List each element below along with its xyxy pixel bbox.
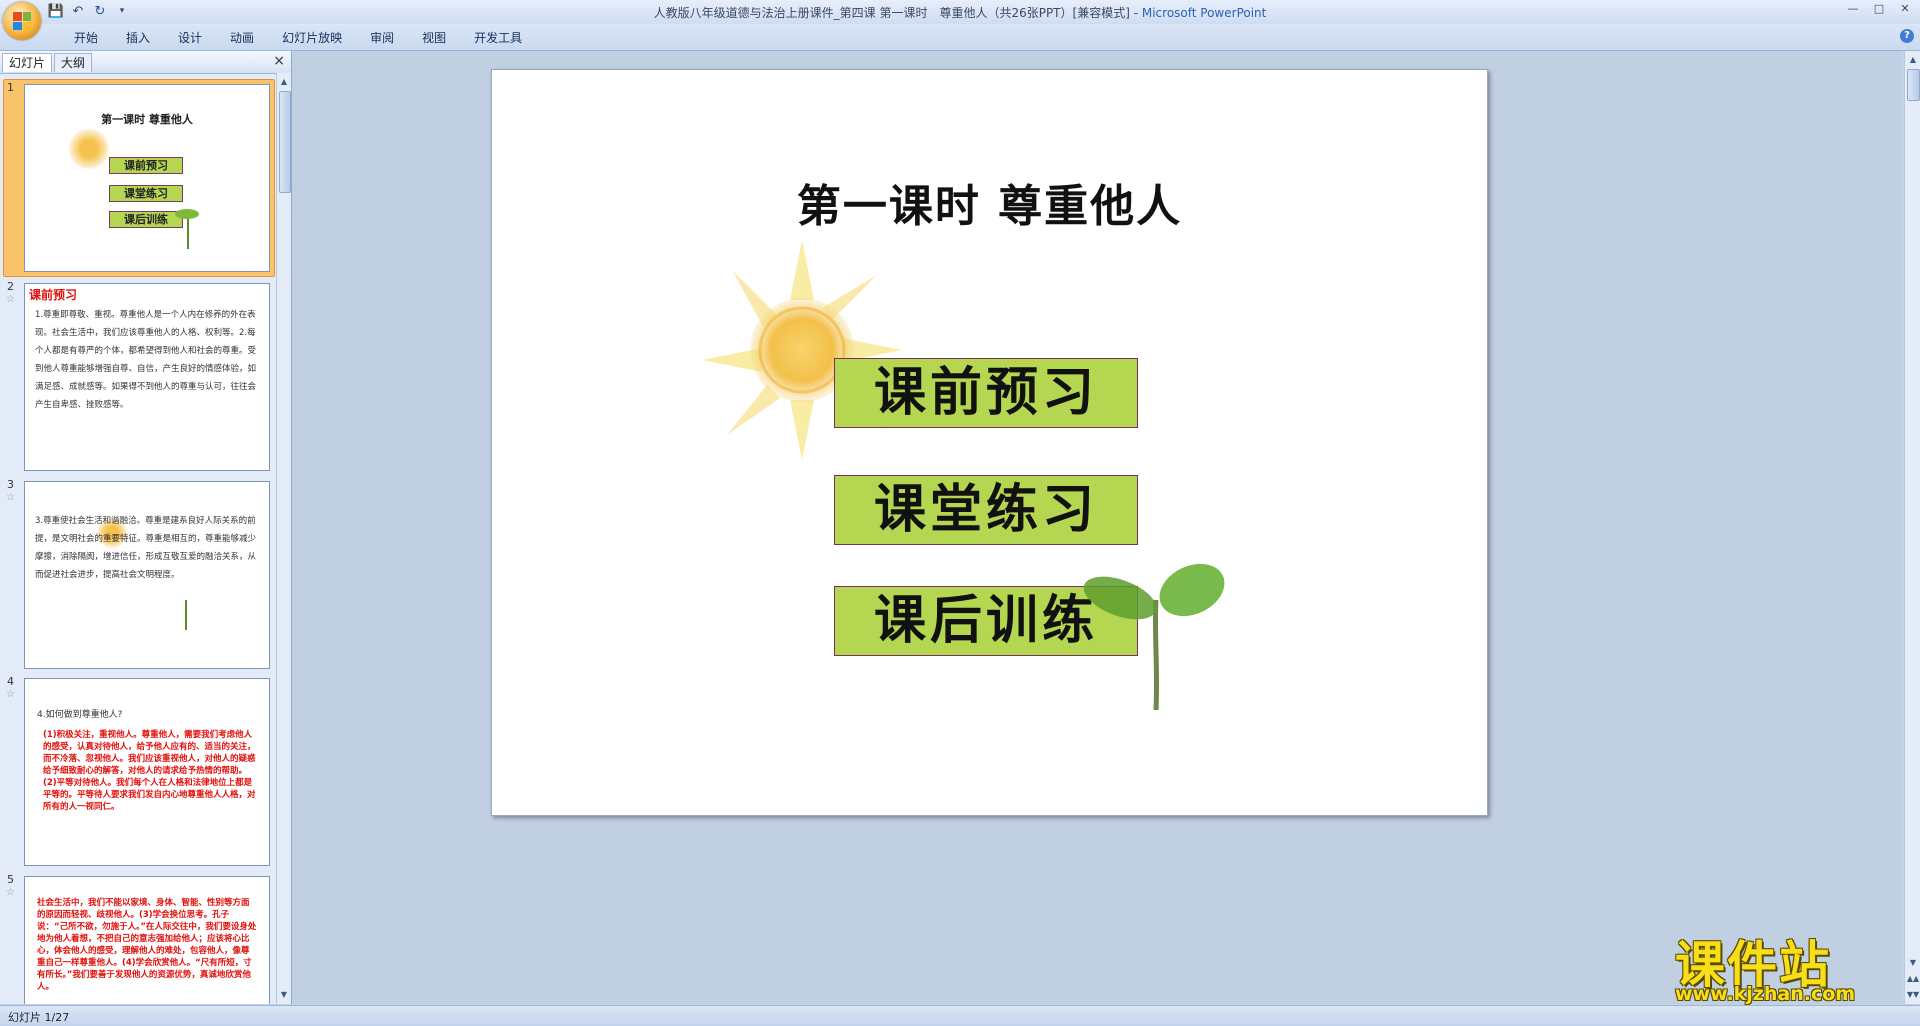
tab-slides[interactable]: 幻灯片 bbox=[2, 53, 53, 72]
scroll-down-icon[interactable]: ▼ bbox=[277, 988, 291, 1002]
scrollbar-thumb[interactable] bbox=[1907, 69, 1920, 101]
tab-outline[interactable]: 大纲 bbox=[54, 53, 93, 72]
slide-number: 4 bbox=[7, 675, 14, 688]
sprout-leaf bbox=[175, 209, 199, 219]
thumbnail-canvas: 课前预习 1.尊重即尊敬、重视。尊重他人是一个人内在修养的外在表现。社会生活中，… bbox=[24, 283, 270, 471]
title-separator: - bbox=[1129, 6, 1142, 20]
slide-counter: 幻灯片 1/27 bbox=[8, 1011, 70, 1024]
ribbon-tab[interactable]: 开始 bbox=[60, 30, 112, 46]
thumbnail-text: (1)积极关注，重视他人。尊重他人，需要我们考虑他人的感受，认真对待他人，给予他… bbox=[43, 730, 256, 812]
thumbnail-question: 4.如何做到尊重他人? bbox=[37, 710, 123, 720]
ribbon: 开始 插入 设计 动画 幻灯片放映 审阅 视图 开发工具 ? bbox=[0, 24, 1920, 51]
ribbon-tab[interactable]: 动画 bbox=[216, 30, 268, 46]
thumbnail-canvas: 社会生活中，我们不能以家境、身体、智能、性别等方面的原因而轻视、歧视他人。(3)… bbox=[24, 876, 270, 1004]
ribbon-tab[interactable]: 审阅 bbox=[356, 30, 408, 46]
ribbon-tab[interactable]: 视图 bbox=[408, 30, 460, 46]
slides-panel: 幻灯片 大纲 × 1 第一课时 尊重他人 课前预习 课堂练习 课后训练 2 ☆ … bbox=[0, 51, 292, 1004]
help-icon[interactable]: ? bbox=[1900, 29, 1914, 43]
animation-star-icon: ☆ bbox=[6, 689, 15, 700]
slide-editor: 第一课时 尊重他人 课前预习 课堂练习 课后训练 bbox=[292, 51, 1902, 1004]
app-name: Microsoft PowerPoint bbox=[1141, 6, 1267, 20]
slide-thumbnail-5[interactable]: 5 ☆ 社会生活中，我们不能以家境、身体、智能、性别等方面的原因而轻视、歧视他人… bbox=[0, 871, 276, 1004]
previous-slide-icon[interactable]: ▲▲ bbox=[1905, 972, 1920, 986]
watermark-url: www.kjzhan.com bbox=[1675, 983, 1856, 1005]
animation-star-icon: ☆ bbox=[6, 492, 15, 503]
animation-star-icon: ☆ bbox=[6, 294, 15, 305]
thumbnail-text: 3.尊重使社会生活和谐融洽。尊重是建系良好人际关系的前提，是文明社会的重要特征。… bbox=[35, 516, 257, 580]
ribbon-tab[interactable]: 设计 bbox=[164, 30, 216, 46]
thumbnail-canvas: 第一课时 尊重他人 课前预习 课堂练习 课后训练 bbox=[24, 84, 270, 272]
thumbnail-text: 社会生活中，我们不能以家境、身体、智能、性别等方面的原因而轻视、歧视他人。(3)… bbox=[37, 898, 257, 992]
thumbnail-button: 课前预习 bbox=[109, 157, 183, 174]
minimize-icon[interactable]: — bbox=[1842, 2, 1864, 16]
slide-title[interactable]: 第一课时 尊重他人 bbox=[492, 170, 1487, 234]
thumbnail-canvas: 4.如何做到尊重他人? (1)积极关注，重视他人。尊重他人，需要我们考虑他人的感… bbox=[24, 678, 270, 866]
slide-thumbnails: 1 第一课时 尊重他人 课前预习 课堂练习 课后训练 2 ☆ 课前预习 1.尊重… bbox=[0, 73, 276, 1004]
slide-thumbnail-1[interactable]: 1 第一课时 尊重他人 课前预习 课堂练习 课后训练 bbox=[0, 79, 276, 277]
slide-thumbnail-2[interactable]: 2 ☆ 课前预习 1.尊重即尊敬、重视。尊重他人是一个人内在修养的外在表现。社会… bbox=[0, 278, 276, 474]
close-panel-icon[interactable]: × bbox=[273, 53, 285, 69]
office-button[interactable] bbox=[3, 2, 41, 40]
animation-star-icon: ☆ bbox=[6, 887, 15, 898]
ribbon-tabs: 开始 插入 设计 动画 幻灯片放映 审阅 视图 开发工具 bbox=[60, 30, 536, 46]
maximize-icon[interactable]: □ bbox=[1868, 2, 1890, 16]
watermark-logo: 课件站 www.kjzhan.com bbox=[1665, 925, 1905, 1005]
window-title: 人教版八年级道德与法治上册课件_第四课 第一课时 尊重他人（共26张PPT）[兼… bbox=[0, 4, 1920, 21]
thumbnail-canvas: 3.尊重使社会生活和谐融洽。尊重是建系良好人际关系的前提，是文明社会的重要特征。… bbox=[24, 481, 270, 669]
scroll-up-icon[interactable]: ▲ bbox=[1905, 53, 1920, 67]
editor-scrollbar[interactable]: ▲ ▼ ▲▲ ▼▼ bbox=[1904, 51, 1920, 1004]
slide-number: 3 bbox=[7, 478, 14, 491]
classroom-practice-button[interactable]: 课堂练习 bbox=[834, 475, 1138, 545]
scrollbar-thumb[interactable] bbox=[279, 91, 291, 193]
slide-number: 1 bbox=[7, 81, 14, 94]
thumbnail-button: 课后训练 bbox=[109, 211, 183, 228]
preview-button[interactable]: 课前预习 bbox=[834, 358, 1138, 428]
document-title: 人教版八年级道德与法治上册课件_第四课 第一课时 尊重他人（共26张PPT）[兼… bbox=[653, 6, 1130, 20]
ribbon-tab[interactable]: 开发工具 bbox=[460, 30, 536, 46]
current-slide[interactable]: 第一课时 尊重他人 课前预习 课堂练习 课后训练 bbox=[491, 69, 1488, 816]
thumbnail-scrollbar[interactable]: ▲ ▼ bbox=[276, 73, 291, 1004]
slide-thumbnail-3[interactable]: 3 ☆ 3.尊重使社会生活和谐融洽。尊重是建系良好人际关系的前提，是文明社会的重… bbox=[0, 476, 276, 672]
thumbnail-text: 1.尊重即尊敬、重视。尊重他人是一个人内在修养的外在表现。社会生活中，我们应该尊… bbox=[35, 310, 257, 410]
sprout-image bbox=[185, 600, 187, 630]
slide-number: 5 bbox=[7, 873, 14, 886]
panel-tabs: 幻灯片 大纲 × bbox=[0, 51, 291, 74]
sprout-image bbox=[1083, 563, 1225, 711]
close-window-icon[interactable]: ✕ bbox=[1894, 2, 1916, 16]
slide-number: 2 bbox=[7, 280, 14, 293]
thumbnail-title: 第一课时 尊重他人 bbox=[101, 113, 193, 126]
thumbnail-heading: 课前预习 bbox=[29, 288, 78, 302]
thumbnail-button: 课堂练习 bbox=[109, 185, 183, 202]
sun-image bbox=[69, 129, 109, 169]
sun-image bbox=[702, 240, 902, 460]
title-bar: 💾 ↶ ↻ ▾ 人教版八年级道德与法治上册课件_第四课 第一课时 尊重他人（共2… bbox=[0, 0, 1920, 24]
scroll-down-icon[interactable]: ▼ bbox=[1905, 956, 1920, 970]
sprout-image bbox=[187, 217, 189, 249]
ribbon-tab[interactable]: 幻灯片放映 bbox=[268, 30, 356, 46]
window-controls: — □ ✕ bbox=[1842, 2, 1916, 16]
status-bar: 幻灯片 1/27 bbox=[0, 1005, 1920, 1026]
scroll-up-icon[interactable]: ▲ bbox=[277, 75, 291, 89]
ribbon-tab[interactable]: 插入 bbox=[112, 30, 164, 46]
office-logo-icon bbox=[13, 12, 31, 30]
slide-thumbnail-4[interactable]: 4 ☆ 4.如何做到尊重他人? (1)积极关注，重视他人。尊重他人，需要我们考虑… bbox=[0, 673, 276, 869]
next-slide-icon[interactable]: ▼▼ bbox=[1905, 988, 1920, 1002]
